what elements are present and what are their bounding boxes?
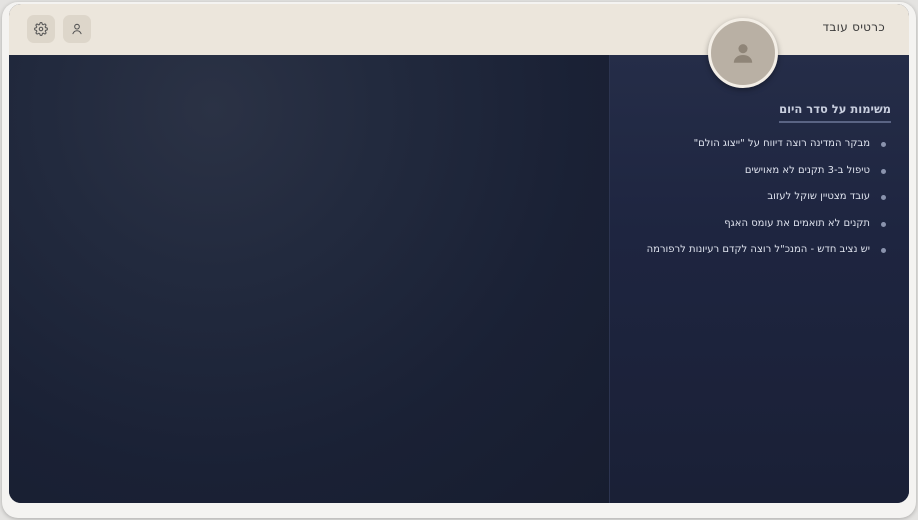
agenda-item-text: תקנים לא תואמים את עומס האגף — [724, 217, 870, 229]
agenda-item-text: מבקר המדינה רוצה דיווח על "ייצוג הולם" — [693, 138, 870, 149]
user-button[interactable] — [63, 15, 91, 43]
list-item[interactable]: יש נציב חדש - המנכ"ל רוצה לקדם רעיונות ל… — [622, 243, 886, 270]
person-icon — [733, 44, 753, 63]
main-window: כרטיס עובד משימות על סדר היום מבקר המדינ… — [9, 4, 909, 503]
main-content-area — [9, 55, 609, 503]
agenda-list: מבקר המדינה רוצה דיווח על "ייצוג הולם" ט… — [622, 137, 886, 270]
bullet-icon — [881, 142, 886, 147]
agenda-item-text: יש נציב חדש - המנכ"ל רוצה לקדם רעיונות ל… — [646, 244, 870, 255]
bullet-icon — [881, 195, 886, 200]
list-item[interactable]: טיפול ב-3 תקנים לא מאוישים — [622, 164, 886, 191]
agenda-title: משימות על סדר היום — [779, 102, 891, 123]
list-item[interactable]: עובד מצטיין שוקל לעזוב — [622, 190, 886, 217]
bullet-icon — [881, 221, 886, 227]
bullet-icon — [881, 248, 886, 253]
gear-icon — [34, 22, 48, 36]
agenda-item-text: טיפול ב-3 תקנים לא מאוישים — [744, 164, 870, 176]
list-item[interactable]: מבקר המדינה רוצה דיווח על "ייצוג הולם" — [622, 137, 886, 164]
avatar[interactable] — [708, 18, 778, 88]
agenda-item-text: עובד מצטיין שוקל לעזוב — [767, 191, 870, 202]
user-icon — [72, 23, 82, 35]
list-item[interactable]: תקנים לא תואמים את עומס האגף — [622, 217, 886, 244]
bullet-icon — [881, 168, 886, 174]
settings-button[interactable] — [27, 15, 55, 43]
app-title: כרטיס עובד — [822, 20, 885, 34]
